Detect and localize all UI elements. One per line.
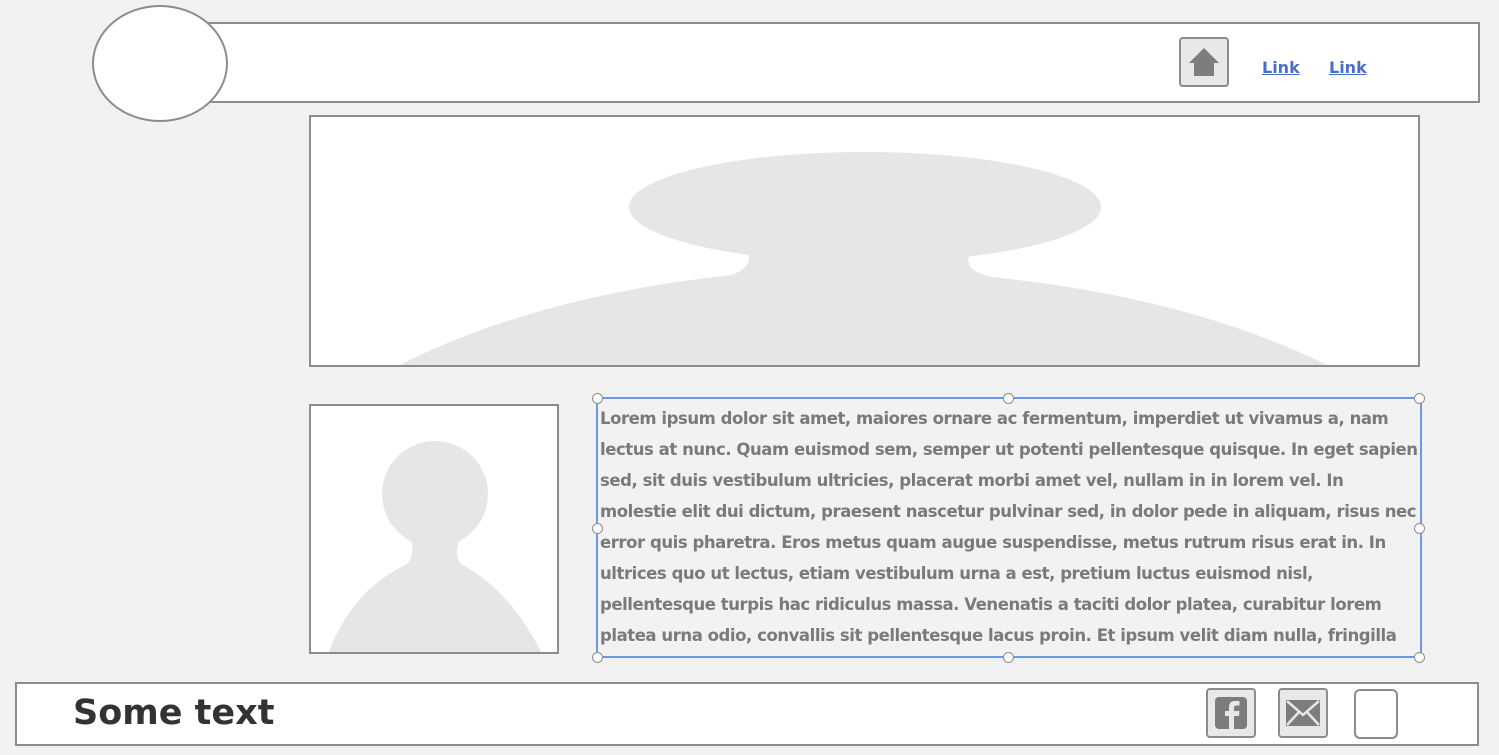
body-paragraph: Lorem ipsum dolor sit amet, maiores orna…: [600, 409, 1418, 645]
text-box[interactable]: Lorem ipsum dolor sit amet, maiores orna…: [596, 397, 1422, 658]
mail-button[interactable]: [1278, 688, 1328, 738]
person-placeholder-icon: [329, 441, 541, 652]
profile-image-placeholder: [309, 404, 559, 654]
resize-handle-top[interactable]: [1003, 393, 1014, 404]
image-placeholder-icon: [399, 152, 1327, 365]
facebook-icon: [1215, 697, 1247, 729]
logo-placeholder[interactable]: [92, 5, 228, 122]
resize-handle-bottom[interactable]: [1003, 652, 1014, 663]
nav-link-2[interactable]: Link: [1329, 58, 1367, 77]
footer-text: Some text: [73, 693, 275, 733]
resize-handle-top-left[interactable]: [592, 393, 603, 404]
home-button[interactable]: [1179, 37, 1229, 87]
blank-button[interactable]: [1354, 689, 1398, 739]
nav-link-1[interactable]: Link: [1262, 58, 1300, 77]
resize-handle-bottom-right[interactable]: [1414, 652, 1425, 663]
mail-icon: [1286, 700, 1320, 726]
facebook-button[interactable]: [1206, 688, 1256, 738]
resize-handle-right[interactable]: [1414, 523, 1425, 534]
home-icon: [1189, 48, 1219, 76]
resize-handle-top-right[interactable]: [1414, 393, 1425, 404]
resize-handle-bottom-left[interactable]: [592, 652, 603, 663]
hero-image-placeholder: [309, 115, 1420, 367]
resize-handle-left[interactable]: [592, 523, 603, 534]
